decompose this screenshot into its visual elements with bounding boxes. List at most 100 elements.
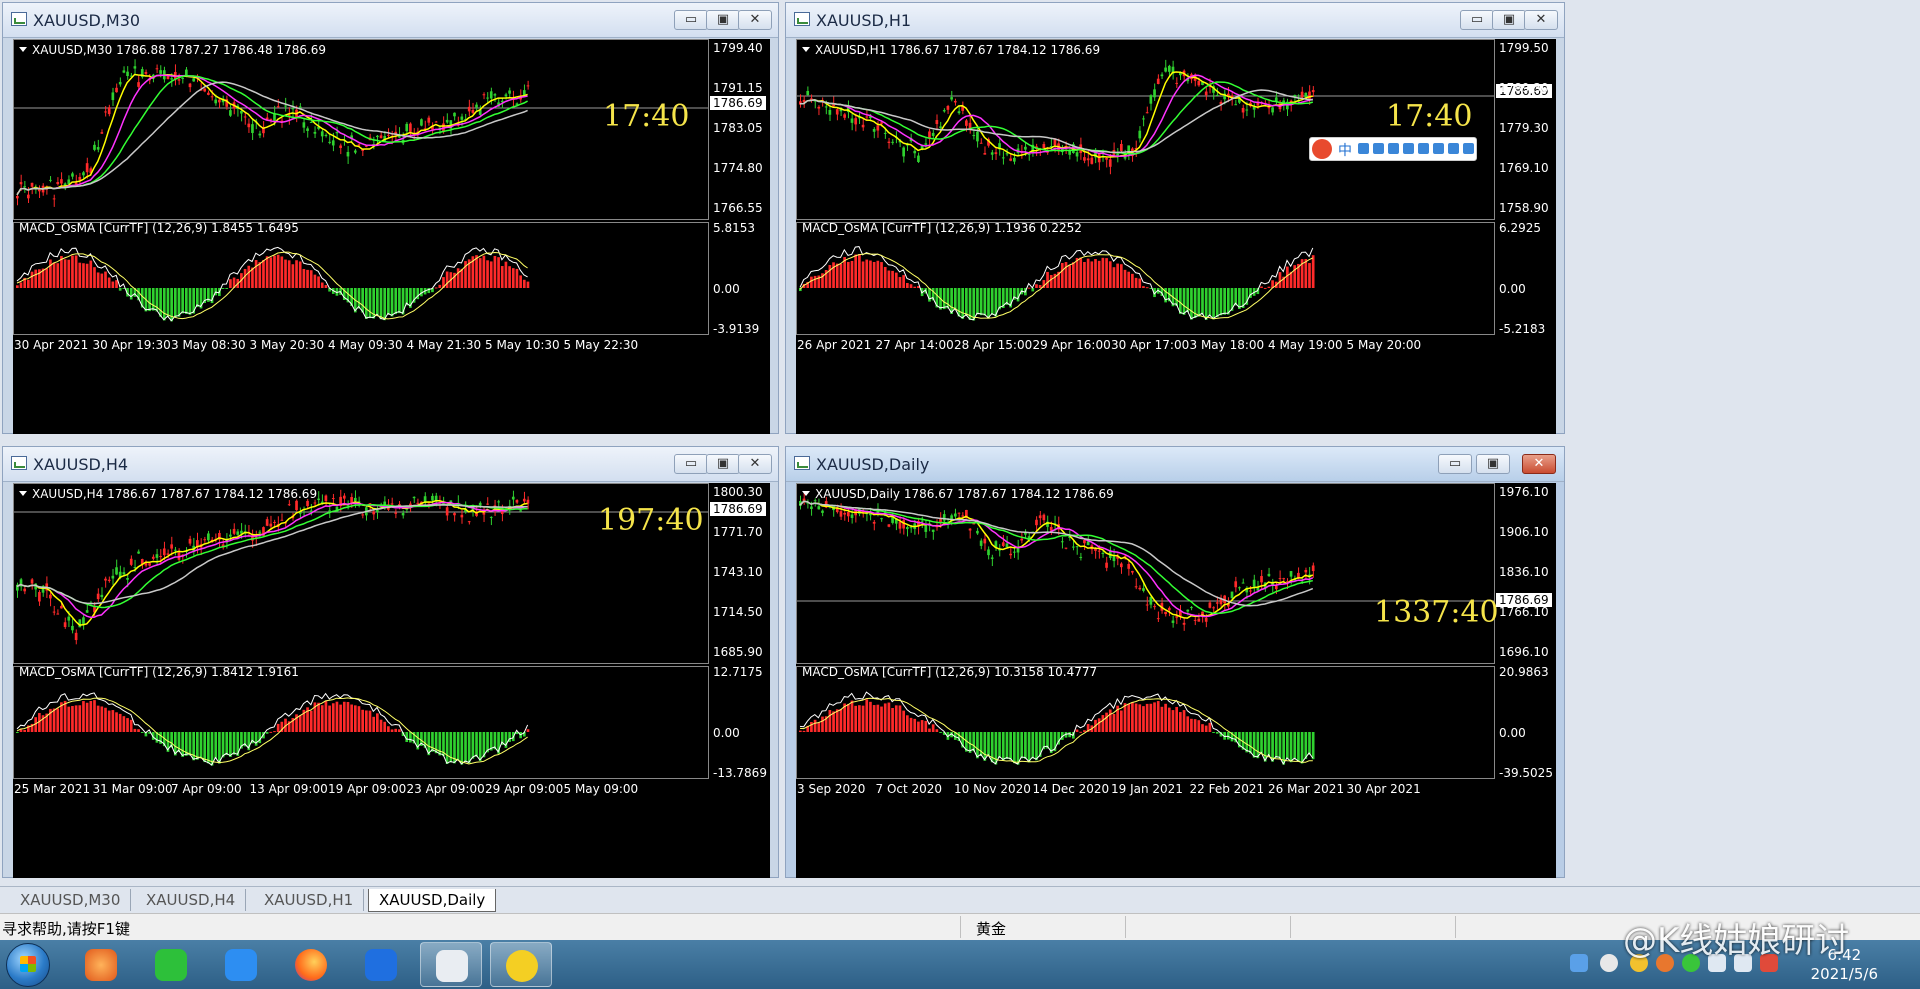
chart-area[interactable]: XAUUSD,H4 1786.67 1787.67 1784.12 1786.6…	[13, 483, 770, 878]
ime-tool-icon[interactable]	[1358, 143, 1369, 154]
ma-mid-line	[799, 500, 1314, 618]
tab-xauusd-m30[interactable]: XAUUSD,M30	[10, 889, 132, 911]
candle-body	[1138, 587, 1142, 590]
ime-tool-icon[interactable]	[1373, 143, 1384, 154]
macd-histogram-bar	[928, 728, 931, 732]
candle-body	[976, 131, 979, 142]
candle-body	[1127, 563, 1131, 569]
macd-histogram-bar	[887, 270, 891, 288]
macd-histogram-bar	[456, 732, 460, 761]
price-axis-label: 1714.50	[713, 605, 763, 619]
macd-histogram-bar	[387, 288, 390, 315]
close-button[interactable]: ✕	[1524, 10, 1558, 30]
taskbar-app-5[interactable]	[350, 942, 412, 987]
macd-histogram-bar	[376, 713, 379, 732]
ime-tool-icon[interactable]	[1433, 143, 1444, 154]
macd-histogram-bar	[1020, 732, 1024, 759]
chart-window-h4[interactable]: XAUUSD,H4 ▭ ▣ ✕ XAUUSD,H4 1786.67 1787.6…	[2, 446, 779, 878]
candle-body	[324, 495, 328, 501]
candle-body	[1094, 548, 1097, 551]
macd-histogram-bar	[118, 713, 122, 732]
window-titlebar[interactable]: XAUUSD,M30 ▭ ▣ ✕	[3, 3, 778, 38]
candle-body	[1160, 74, 1164, 77]
minimize-button[interactable]: ▭	[1438, 454, 1472, 474]
macd-histogram-bar	[383, 288, 387, 321]
ime-tool-icon[interactable]	[1403, 143, 1414, 154]
taskbar-firefox[interactable]	[280, 942, 342, 987]
candle-body	[1212, 607, 1215, 609]
taskbar-app-7[interactable]	[490, 942, 552, 987]
tab-xauusd-h4[interactable]: XAUUSD,H4	[136, 889, 247, 911]
macd-axis-label: 0.00	[713, 282, 740, 296]
macd-histogram-bar	[96, 272, 100, 288]
tray-icon[interactable]	[1600, 954, 1618, 972]
maximize-button[interactable]: ▣	[706, 454, 740, 474]
ime-tool-icon[interactable]	[1448, 143, 1459, 154]
chart-area[interactable]: XAUUSD,M30 1786.88 1787.27 1786.48 1786.…	[13, 39, 770, 434]
macd-histogram-bar	[196, 288, 199, 307]
time-axis-label: 4 May 21:30	[406, 338, 482, 352]
macd-histogram-bar	[1134, 703, 1138, 732]
macd-histogram-bar	[104, 271, 107, 288]
ime-mode-label[interactable]: 中	[1338, 140, 1352, 160]
candle-body	[409, 123, 412, 132]
candle-body	[482, 94, 486, 96]
chart-area[interactable]: XAUUSD,H1 1786.67 1787.67 1784.12 1786.6…	[796, 39, 1556, 434]
tab-xauusd-daily[interactable]: XAUUSD,Daily	[368, 889, 497, 912]
chart-window-m30[interactable]: XAUUSD,M30 ▭ ▣ ✕ XAUUSD,M30 1786.88 1787…	[2, 2, 779, 434]
macd-histogram-bar	[265, 732, 269, 734]
tab-xauusd-h1[interactable]: XAUUSD,H1	[254, 889, 365, 911]
candle-body	[207, 92, 210, 95]
close-button[interactable]: ✕	[738, 10, 772, 30]
ime-tool-icon[interactable]	[1463, 143, 1474, 154]
macd-histogram-bar	[1049, 275, 1053, 288]
macd-histogram-bar	[115, 712, 118, 732]
macd-histogram-bar	[16, 732, 19, 733]
close-button[interactable]: ✕	[1522, 454, 1556, 474]
candle-body	[207, 533, 210, 541]
taskbar-app-3[interactable]	[210, 942, 272, 987]
candle-body	[96, 593, 100, 600]
tray-icon[interactable]	[1570, 954, 1588, 972]
start-button[interactable]	[6, 943, 50, 987]
candle-body	[350, 497, 353, 503]
time-axis-label: 30 Apr 19:30	[92, 338, 171, 352]
chart-area[interactable]: XAUUSD,Daily 1786.67 1787.67 1784.12 178…	[796, 483, 1556, 878]
macd-histogram-bar	[1038, 285, 1042, 288]
macd-histogram-bar	[493, 255, 497, 288]
candle-body	[133, 66, 137, 69]
time-axis-label: 3 Sep 2020	[797, 782, 866, 796]
candle-body	[898, 521, 902, 529]
candle-body	[30, 579, 34, 584]
current-price-label: 1786.69	[710, 96, 766, 110]
minimize-button[interactable]: ▭	[674, 454, 708, 474]
minimize-button[interactable]: ▭	[1460, 10, 1494, 30]
maximize-button[interactable]: ▣	[1492, 10, 1526, 30]
window-titlebar[interactable]: XAUUSD,H1 ▭ ▣ ✕	[786, 3, 1564, 38]
minimize-button[interactable]: ▭	[674, 10, 708, 30]
window-titlebar[interactable]: XAUUSD,H4 ▭ ▣ ✕	[3, 447, 778, 482]
macd-histogram-bar	[1223, 288, 1226, 315]
ime-tool-icon[interactable]	[1418, 143, 1429, 154]
candle-body	[1271, 107, 1274, 113]
close-button[interactable]: ✕	[738, 454, 772, 474]
window-titlebar[interactable]: XAUUSD,Daily ▭ ▣ ✕	[786, 447, 1564, 482]
chart-window-h1[interactable]: XAUUSD,H1 ▭ ▣ ✕ XAUUSD,H1 1786.67 1787.6…	[785, 2, 1565, 434]
chart-window-daily[interactable]: XAUUSD,Daily ▭ ▣ ✕ XAUUSD,Daily 1786.67 …	[785, 446, 1565, 878]
macd-histogram-bar	[813, 275, 817, 288]
taskbar-wechat[interactable]	[140, 942, 202, 987]
macd-histogram-bar	[482, 255, 486, 288]
candle-body	[78, 176, 82, 180]
candle-body	[953, 513, 957, 517]
candle-body	[401, 513, 405, 516]
taskbar-mt4[interactable]	[420, 942, 482, 987]
maximize-button[interactable]: ▣	[1476, 454, 1510, 474]
ime-tool-icon[interactable]	[1388, 143, 1399, 154]
candle-body	[78, 619, 82, 628]
taskbar-app-1[interactable]	[70, 942, 132, 987]
candle-body	[1138, 130, 1142, 139]
maximize-button[interactable]: ▣	[706, 10, 740, 30]
candle-body	[328, 510, 331, 512]
macd-histogram-bar	[151, 288, 155, 311]
ime-toolbar[interactable]: 中	[1309, 137, 1477, 161]
